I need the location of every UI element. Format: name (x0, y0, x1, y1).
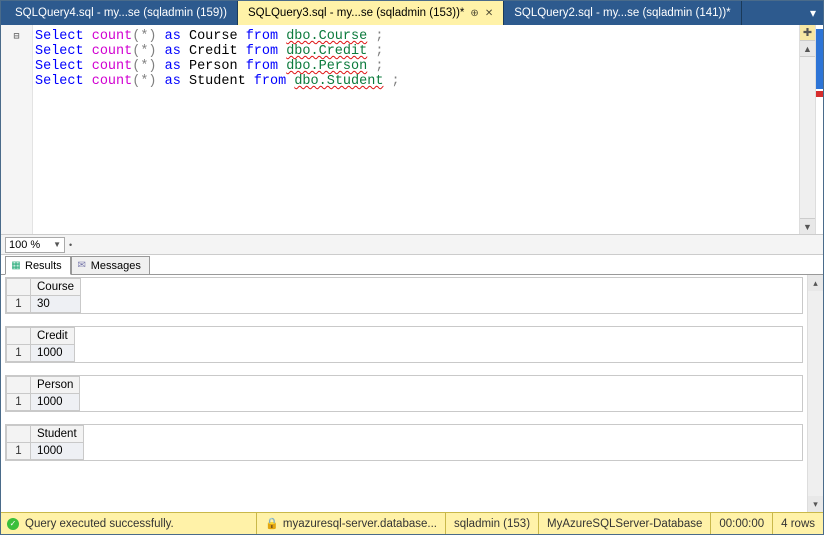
code-area[interactable]: Select count(*) as Course from dbo.Cours… (33, 25, 799, 234)
status-rows: 4 rows (772, 513, 823, 534)
results-tabbar: ▦ Results ✉ Messages (1, 255, 823, 275)
rownum-header (7, 279, 31, 296)
chevron-down-icon: ▼ (53, 240, 61, 249)
zoom-indicator-icon: • (69, 240, 72, 250)
tab-messages-label: Messages (91, 260, 141, 272)
status-elapsed: 00:00:00 (710, 513, 772, 534)
status-message-segment: ✓ Query executed successfully. (1, 513, 182, 534)
pin-icon[interactable]: ⊕ (470, 8, 478, 19)
status-message: Query executed successfully. (25, 518, 174, 530)
status-user[interactable]: sqladmin (153) (445, 513, 538, 534)
lock-icon: 🔒 (265, 517, 279, 530)
results-inner: Course 1 30 Credit 1 1000 Person 1 1000 (1, 275, 807, 512)
fold-toggle-icon[interactable]: ⊟ (1, 29, 32, 44)
value-cell[interactable]: 1000 (31, 345, 75, 362)
close-icon[interactable]: ✕ (485, 8, 493, 19)
result-grid: Student 1 1000 (5, 424, 803, 461)
column-header[interactable]: Credit (31, 328, 75, 345)
tab-sqlquery4[interactable]: SQLQuery4.sql - my...se (sqladmin (159)) (5, 1, 238, 25)
result-table[interactable]: Person 1 1000 (6, 376, 80, 411)
zoom-value: 100 % (9, 239, 40, 251)
scroll-down-icon[interactable]: ▾ (808, 496, 823, 512)
tab-sqlquery3[interactable]: SQLQuery3.sql - my...se (sqladmin (153))… (238, 1, 504, 25)
result-grid: Credit 1 1000 (5, 326, 803, 363)
scroll-up-icon[interactable]: ▲ (800, 41, 815, 57)
rownum-cell: 1 (7, 394, 31, 411)
rownum-header (7, 328, 31, 345)
sql-editor: ⊟ Select count(*) as Course from dbo.Cou… (1, 25, 823, 235)
status-bar: ✓ Query executed successfully. 🔒 myazure… (1, 512, 823, 534)
tab-results-label: Results (25, 260, 62, 272)
column-header[interactable]: Person (31, 377, 80, 394)
result-table[interactable]: Credit 1 1000 (6, 327, 75, 362)
split-icon[interactable]: ✚ (800, 25, 815, 41)
tab-messages[interactable]: ✉ Messages (71, 256, 150, 275)
tab-sqlquery2[interactable]: SQLQuery2.sql - my...se (sqladmin (141))… (504, 1, 741, 25)
tab-label: SQLQuery3.sql - my...se (sqladmin (153))… (248, 7, 464, 19)
rownum-cell: 1 (7, 345, 31, 362)
results-pane: Course 1 30 Credit 1 1000 Person 1 1000 (1, 275, 823, 512)
editor-vscrollbar[interactable]: ✚ ▲ ▼ (799, 25, 815, 234)
rownum-cell: 1 (7, 443, 31, 460)
zoom-combo[interactable]: 100 % ▼ (5, 237, 65, 253)
tab-label: SQLQuery4.sql - my...se (sqladmin (159)) (15, 7, 227, 19)
result-grid: Person 1 1000 (5, 375, 803, 412)
column-header[interactable]: Course (31, 279, 81, 296)
tab-results[interactable]: ▦ Results (5, 256, 71, 275)
document-tabbar: SQLQuery4.sql - my...se (sqladmin (159))… (1, 1, 823, 25)
column-header[interactable]: Student (31, 426, 84, 443)
value-cell[interactable]: 1000 (31, 394, 80, 411)
result-table[interactable]: Course 1 30 (6, 278, 81, 313)
rownum-header (7, 426, 31, 443)
error-marker (816, 91, 823, 97)
status-server[interactable]: 🔒 myazuresql-server.database... (256, 513, 445, 534)
editor-gutter: ⊟ (1, 25, 33, 234)
messages-icon: ✉ (76, 260, 88, 272)
scroll-down-icon[interactable]: ▼ (800, 218, 815, 234)
result-table[interactable]: Student 1 1000 (6, 425, 84, 460)
change-marker (816, 29, 823, 89)
success-icon: ✓ (7, 518, 19, 530)
tab-overflow-button[interactable]: ▾ (803, 1, 823, 25)
grid-icon: ▦ (10, 260, 22, 272)
result-grid: Course 1 30 (5, 277, 803, 314)
scroll-up-icon[interactable]: ▴ (808, 275, 823, 291)
status-database[interactable]: MyAzureSQLServer-Database (538, 513, 710, 534)
rownum-cell: 1 (7, 296, 31, 313)
results-vscrollbar[interactable]: ▴ ▾ (807, 275, 823, 512)
rownum-header (7, 377, 31, 394)
value-cell[interactable]: 30 (31, 296, 81, 313)
value-cell[interactable]: 1000 (31, 443, 84, 460)
tab-label: SQLQuery2.sql - my...se (sqladmin (141))… (514, 7, 730, 19)
marker-strip (815, 25, 823, 234)
zoom-bar: 100 % ▼ • (1, 235, 823, 255)
